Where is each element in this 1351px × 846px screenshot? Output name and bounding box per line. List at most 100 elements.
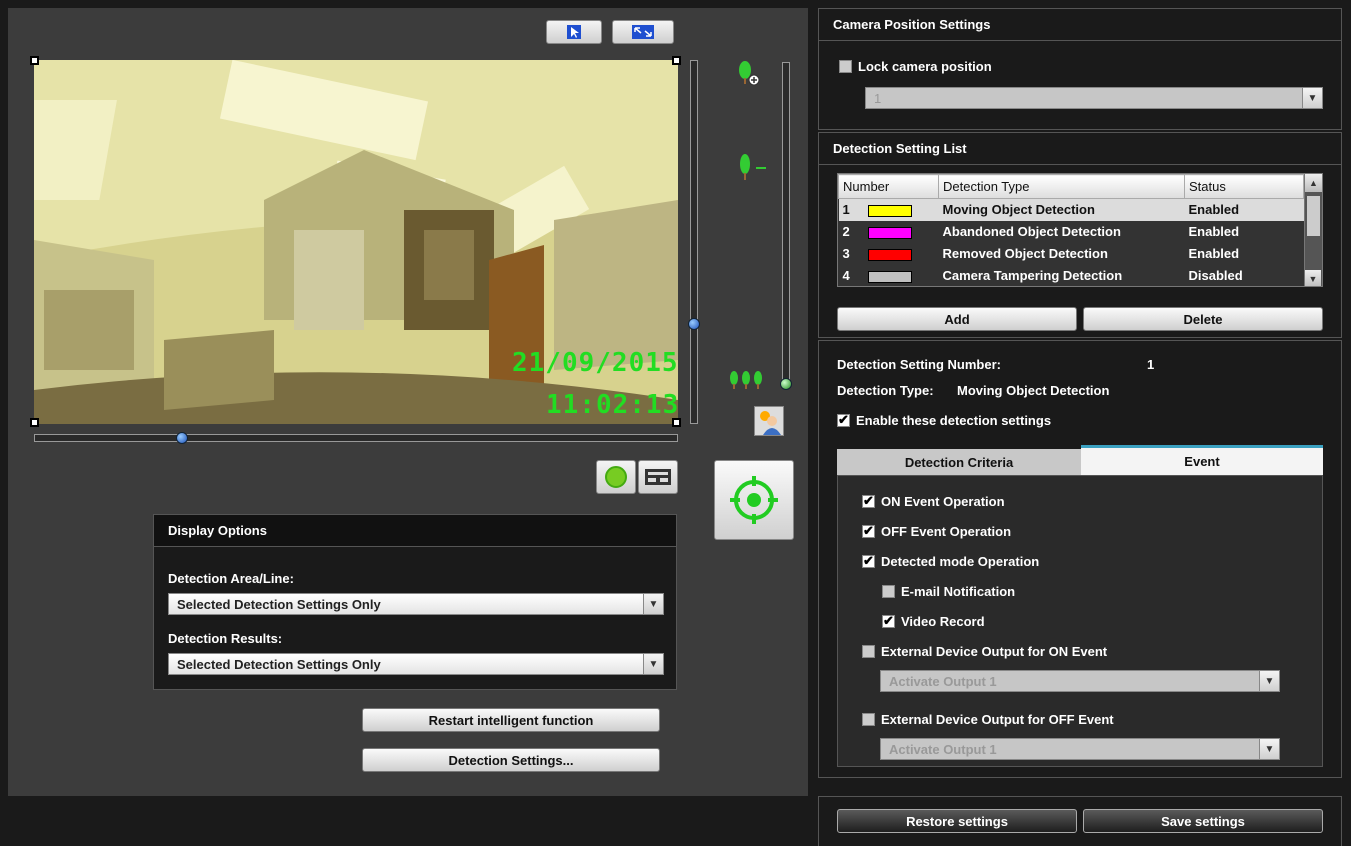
detection-results-select[interactable]: Selected Detection Settings Only ▼: [168, 653, 664, 675]
ext-off-select[interactable]: Activate Output 1 ▼: [880, 738, 1280, 760]
lock-camera-label: Lock camera position: [858, 59, 992, 74]
save-settings-button[interactable]: Save settings: [1083, 809, 1323, 833]
tab-detection-criteria[interactable]: Detection Criteria: [837, 449, 1081, 475]
row-status: Enabled: [1188, 246, 1240, 261]
video-date-overlay: 21/09/2015: [512, 348, 678, 378]
scroll-down-icon[interactable]: ▼: [1305, 270, 1321, 286]
trees-wide-icon[interactable]: [728, 370, 768, 393]
col-type[interactable]: Detection Type: [938, 174, 1185, 199]
row-number: 1: [842, 202, 850, 218]
restart-intelligent-button[interactable]: Restart intelligent function: [362, 708, 660, 732]
row-type: Abandoned Object Detection: [942, 224, 1121, 239]
camera-view-panel: 21/09/2015 11:02:13 Display Options Dete…: [8, 8, 808, 796]
row-number: 3: [842, 246, 850, 261]
detection-area-select[interactable]: Selected Detection Settings Only ▼: [168, 593, 664, 615]
tab-event[interactable]: Event: [1081, 445, 1323, 475]
ext-off-row[interactable]: External Device Output for OFF Event: [862, 712, 1114, 727]
col-status[interactable]: Status: [1184, 174, 1304, 199]
video-record-row[interactable]: Video Record: [882, 613, 985, 629]
email-checkbox[interactable]: [882, 585, 895, 598]
detection-settings-button[interactable]: Detection Settings...: [362, 748, 660, 772]
scroll-thumb[interactable]: [1307, 196, 1320, 236]
crosshair-target-icon: [730, 476, 778, 524]
detected-mode-checkbox[interactable]: [862, 553, 875, 569]
delete-button[interactable]: Delete: [1083, 307, 1323, 331]
resize-handle-bl[interactable]: [30, 418, 39, 427]
display-options-panel: Display Options Detection Area/Line: Sel…: [153, 514, 677, 690]
on-event-row[interactable]: ON Event Operation: [862, 493, 1005, 509]
table-row[interactable]: 3 Removed Object Detection Enabled: [839, 243, 1304, 265]
color-swatch: [867, 204, 912, 217]
ext-on-checkbox[interactable]: [862, 645, 875, 658]
table-row[interactable]: 1 Moving Object Detection Enabled: [838, 198, 1304, 221]
restore-settings-button[interactable]: Restore settings: [837, 809, 1077, 833]
detection-list-table: Number Detection Type Status 1 Moving Ob…: [837, 173, 1323, 287]
on-event-label: ON Event Operation: [881, 494, 1005, 509]
table-row[interactable]: 4 Camera Tampering Detection Disabled: [839, 265, 1304, 287]
on-event-checkbox[interactable]: [862, 493, 875, 509]
chevron-down-icon: ▼: [1259, 739, 1279, 759]
color-swatch: [867, 270, 912, 283]
lock-camera-row[interactable]: Lock camera position: [839, 59, 992, 74]
record-button[interactable]: [596, 460, 636, 494]
detection-detail-panel: Detection Setting Number: 1 Detection Ty…: [818, 340, 1342, 778]
email-row[interactable]: E-mail Notification: [882, 584, 1015, 599]
detection-type-value: Moving Object Detection: [957, 383, 1110, 398]
resize-handle-tl[interactable]: [30, 56, 39, 65]
cursor-arrow-icon: [567, 25, 581, 39]
table-row[interactable]: 2 Abandoned Object Detection Enabled: [839, 221, 1304, 243]
enable-settings-row[interactable]: Enable these detection settings: [837, 409, 1051, 431]
setting-number-label: Detection Setting Number:: [837, 357, 1001, 372]
auto-track-button[interactable]: [714, 460, 794, 540]
detection-list-title: Detection Setting List: [819, 133, 1341, 165]
tree-zoom-in-icon[interactable]: [736, 60, 762, 93]
row-number: 2: [842, 224, 850, 239]
fit-view-button[interactable]: [612, 20, 674, 44]
ext-on-row[interactable]: External Device Output for ON Event: [862, 644, 1107, 659]
tilt-slider-knob[interactable]: [688, 318, 700, 330]
add-button[interactable]: Add: [837, 307, 1077, 331]
footer-actions: Restore settings Save settings: [818, 796, 1342, 846]
tilt-slider[interactable]: [690, 60, 698, 424]
pan-slider-knob[interactable]: [176, 432, 188, 444]
off-event-checkbox[interactable]: [862, 523, 875, 539]
ext-on-select[interactable]: Activate Output 1 ▼: [880, 670, 1280, 692]
keyboard-button[interactable]: [638, 460, 678, 494]
camera-position-title: Camera Position Settings: [819, 9, 1341, 41]
green-circle-icon: [605, 466, 627, 488]
zoom-slider-knob[interactable]: [780, 378, 792, 390]
lock-camera-checkbox[interactable]: [839, 60, 852, 73]
row-status: Enabled: [1184, 198, 1304, 221]
off-event-row[interactable]: OFF Event Operation: [862, 523, 1011, 539]
detected-mode-label: Detected mode Operation: [881, 554, 1040, 569]
enable-settings-checkbox[interactable]: [837, 412, 850, 428]
resize-icon: [632, 25, 654, 39]
col-number[interactable]: Number: [838, 174, 939, 199]
camera-preset-value: 1: [874, 91, 882, 106]
detection-results-value: Selected Detection Settings Only: [177, 657, 381, 672]
row-number: 4: [842, 268, 850, 283]
camera-position-panel: Camera Position Settings Lock camera pos…: [818, 8, 1342, 130]
resize-handle-tr[interactable]: [672, 56, 681, 65]
pan-slider[interactable]: [34, 434, 678, 442]
video-record-checkbox[interactable]: [882, 613, 895, 629]
video-record-label: Video Record: [901, 614, 985, 629]
ext-off-checkbox[interactable]: [862, 713, 875, 726]
zoom-slider[interactable]: [782, 62, 790, 386]
ext-on-label: External Device Output for ON Event: [881, 644, 1108, 659]
camera-video-feed[interactable]: 21/09/2015 11:02:13: [34, 60, 678, 424]
detection-area-label: Detection Area/Line:: [168, 571, 294, 586]
detected-mode-row[interactable]: Detected mode Operation: [862, 553, 1040, 569]
event-tab-content: ON Event Operation OFF Event Operation D…: [837, 475, 1323, 767]
scroll-up-icon[interactable]: ▲: [1305, 174, 1322, 192]
pointer-mode-button[interactable]: [546, 20, 602, 44]
person-brightness-icon[interactable]: [754, 406, 784, 436]
detection-area-value: Selected Detection Settings Only: [177, 597, 381, 612]
tree-zoom-out-icon[interactable]: [736, 150, 770, 187]
camera-preset-select[interactable]: 1 ▼: [865, 87, 1323, 109]
list-scrollbar[interactable]: ▲ ▼: [1304, 174, 1322, 286]
email-label: E-mail Notification: [901, 584, 1016, 599]
video-time-overlay: 11:02:13: [546, 390, 678, 420]
resize-handle-br[interactable]: [672, 418, 681, 427]
chevron-down-icon: ▼: [1302, 88, 1322, 108]
